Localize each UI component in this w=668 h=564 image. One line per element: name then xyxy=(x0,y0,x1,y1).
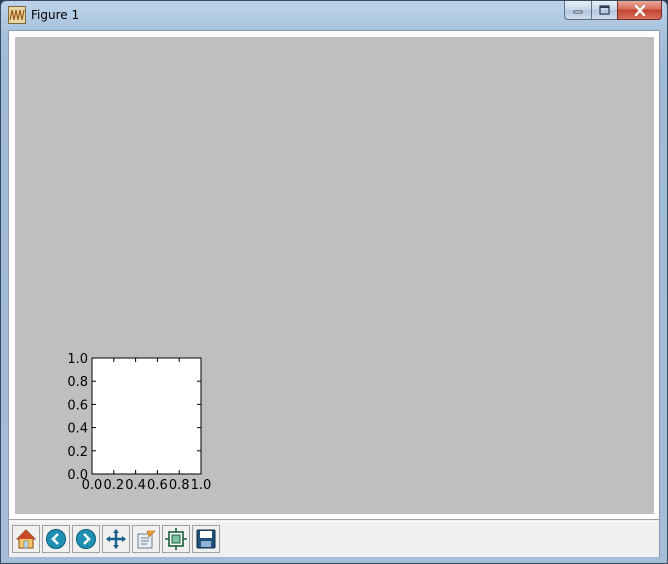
client-area: 0.0 0.2 0.4 0.6 0.8 1.0 0.0 0.2 0.4 0.6 0.8 1.0 xyxy=(8,30,660,557)
navigation-toolbar xyxy=(9,521,659,557)
close-button[interactable] xyxy=(617,1,662,20)
x-tick-label: 1.0 xyxy=(191,478,212,493)
y-tick-label: 0.2 xyxy=(67,445,88,460)
axes-plot[interactable]: 0.0 0.2 0.4 0.6 0.8 1.00.00.20.40.60.81.0 xyxy=(9,31,659,520)
y-tick-label: 1.0 xyxy=(67,352,88,367)
figure-canvas[interactable]: 0.0 0.2 0.4 0.6 0.8 1.0 0.0 0.2 0.4 0.6 0.8 1.0 xyxy=(9,31,659,520)
home-icon xyxy=(15,529,37,549)
pan-move-icon xyxy=(106,529,126,549)
matplotlib-figure-icon xyxy=(8,6,26,24)
window-title: Figure 1 xyxy=(31,8,80,22)
forward-button[interactable] xyxy=(72,525,100,553)
home-button[interactable] xyxy=(12,525,40,553)
figure-window: Figure 1 0.0 0.2 0.4 0.6 0.8 1.0 0.0 0.2… xyxy=(0,0,668,564)
close-icon xyxy=(634,4,645,16)
forward-arrow-icon xyxy=(76,529,96,549)
maximize-button[interactable] xyxy=(591,1,617,20)
back-arrow-icon xyxy=(46,529,66,549)
x-tick-label: 0.8 xyxy=(169,478,190,493)
y-tick-label: 0.8 xyxy=(67,375,88,390)
pan-button[interactable] xyxy=(102,525,130,553)
x-tick-label: 0.2 xyxy=(103,478,124,493)
zoom-button[interactable] xyxy=(132,525,160,553)
back-button[interactable] xyxy=(42,525,70,553)
caption-buttons xyxy=(564,1,662,21)
zoom-rect-icon xyxy=(137,530,156,549)
title-bar[interactable]: Figure 1 xyxy=(1,1,667,29)
x-tick-label: 0.4 xyxy=(125,478,146,493)
y-tick-label: 0.4 xyxy=(67,422,88,437)
y-tick-label: 0.6 xyxy=(67,398,88,413)
y-tick-label: 0.0 xyxy=(67,468,88,483)
subplots-button[interactable] xyxy=(162,525,190,553)
save-disk-icon xyxy=(196,529,216,549)
maximize-icon xyxy=(599,5,610,15)
subplots-config-icon xyxy=(165,528,187,550)
x-tick-label: 0.6 xyxy=(147,478,168,493)
minimize-icon xyxy=(573,10,583,14)
save-button[interactable] xyxy=(192,525,220,553)
minimize-button[interactable] xyxy=(564,1,591,20)
axes-area[interactable] xyxy=(91,357,202,475)
